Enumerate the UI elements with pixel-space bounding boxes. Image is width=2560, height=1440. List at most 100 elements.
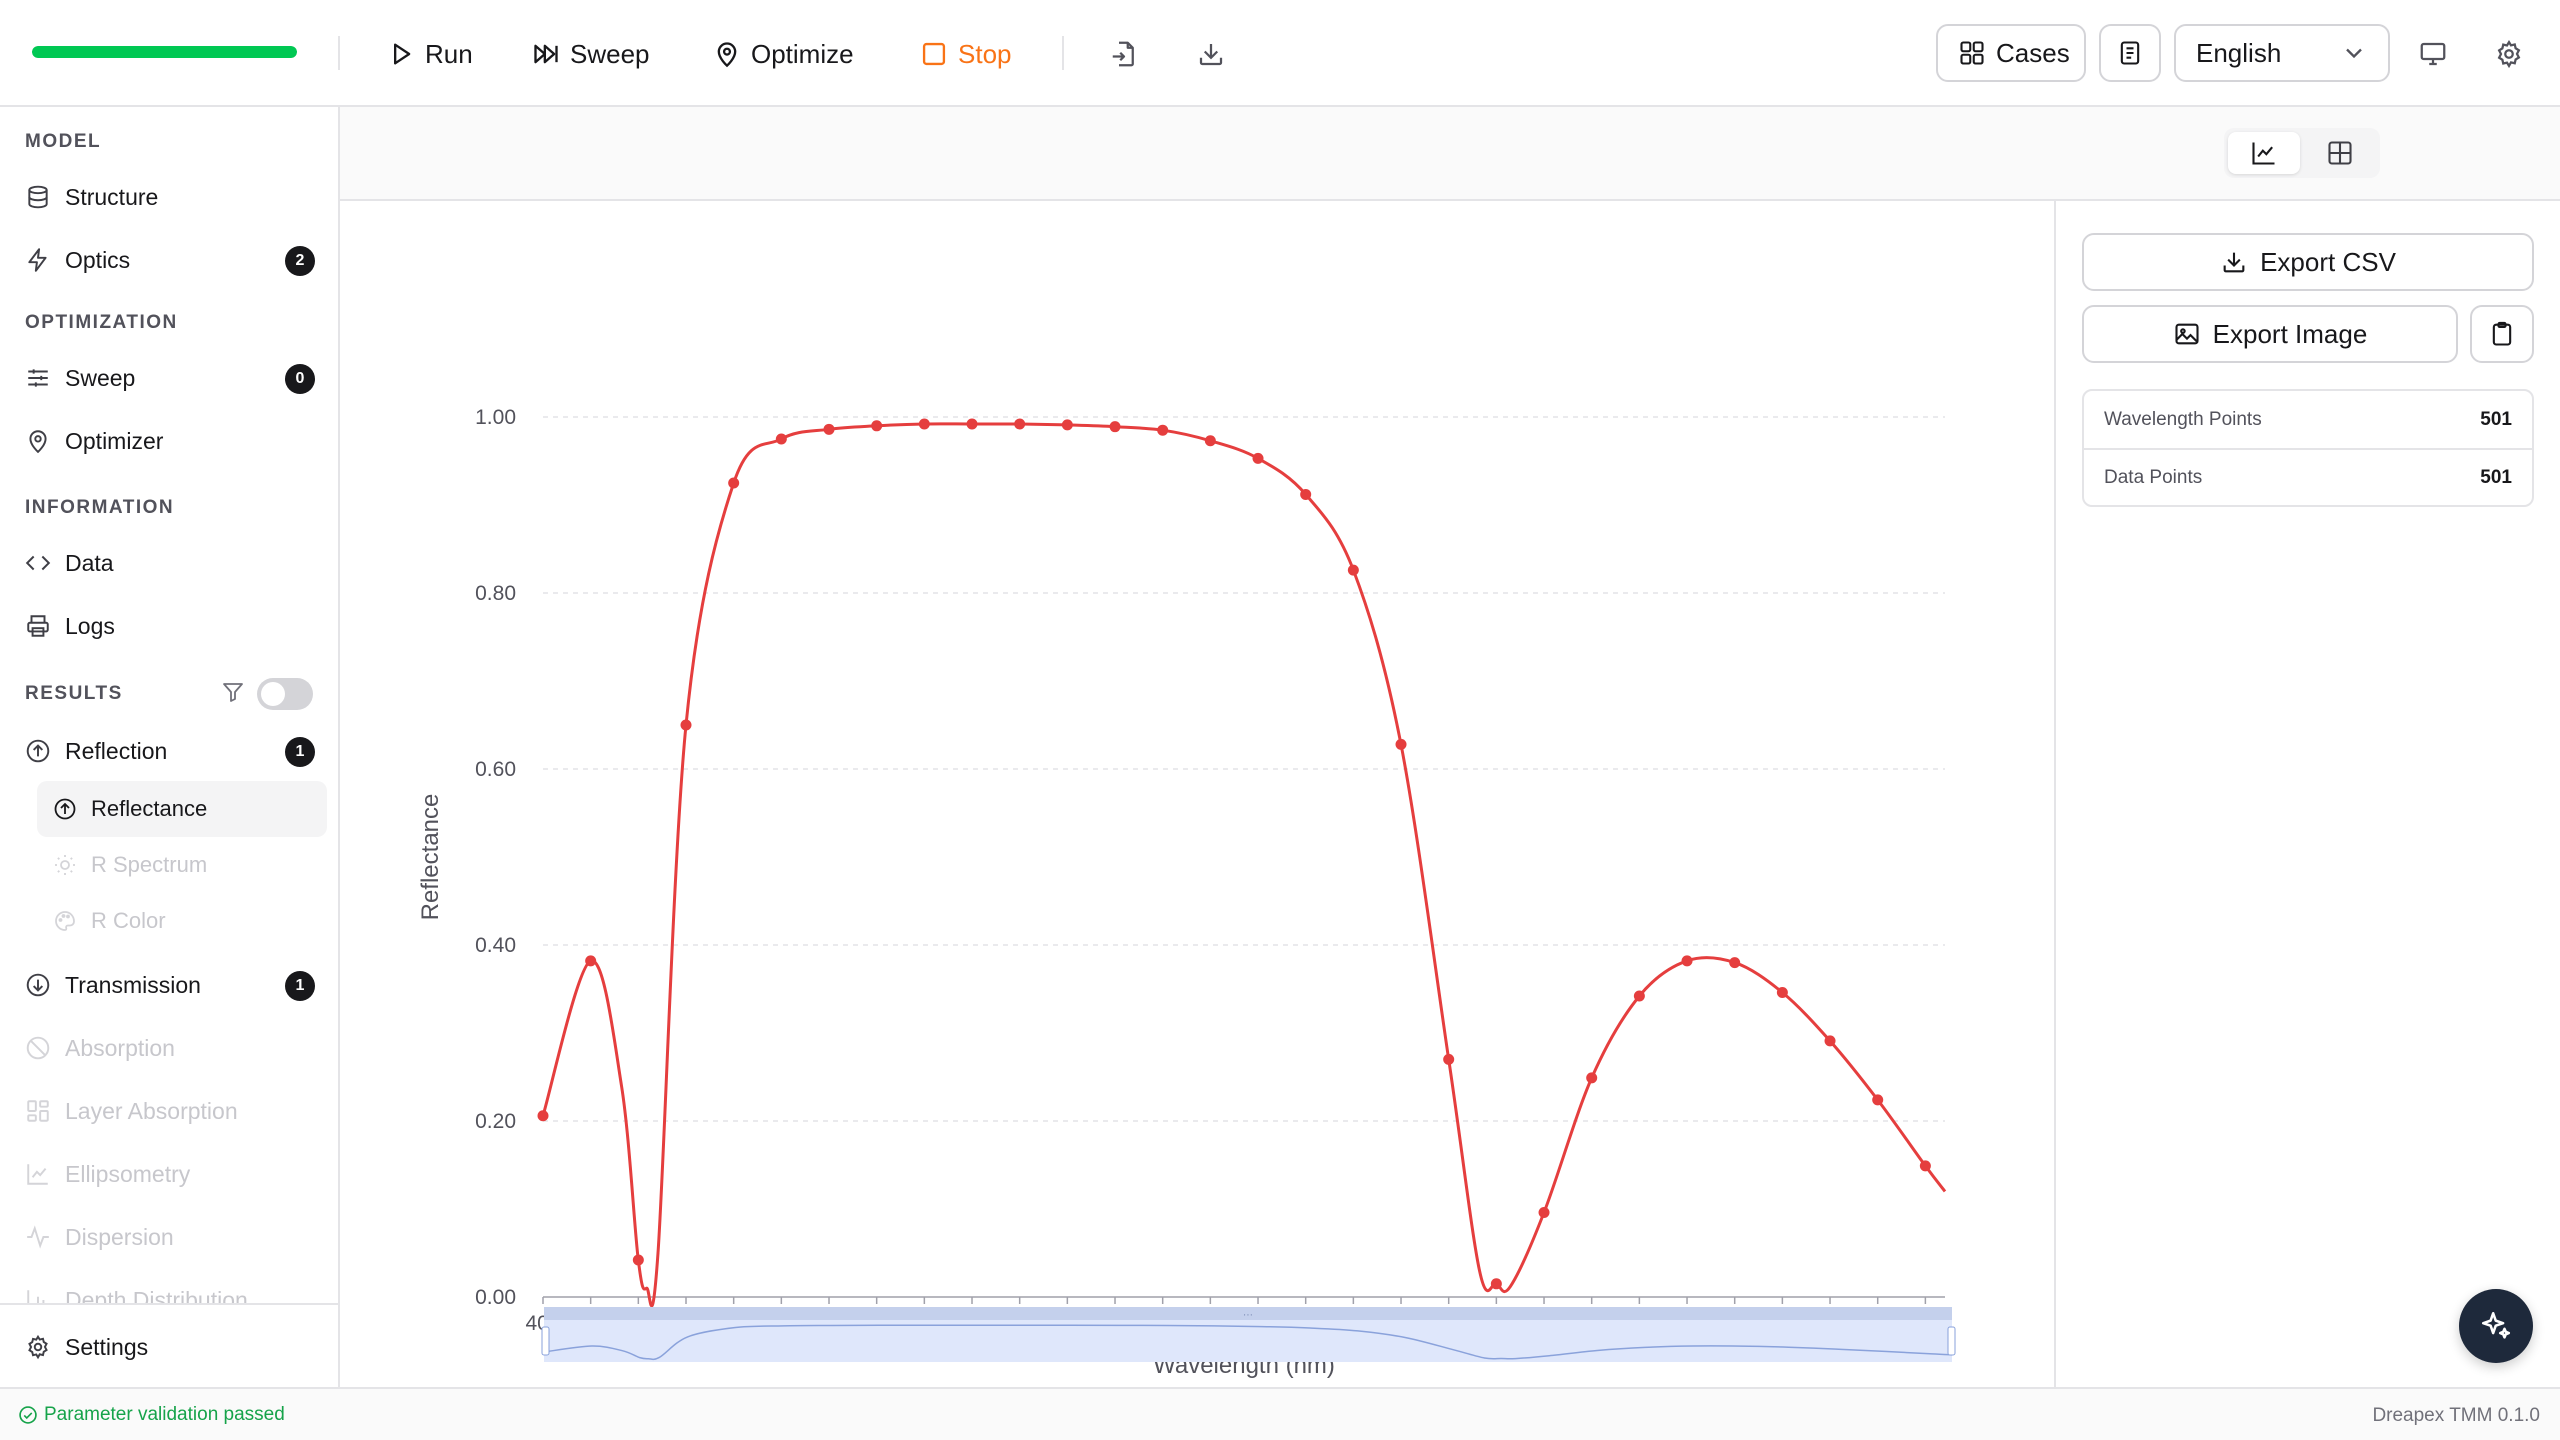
optimize-label: Optimize bbox=[751, 38, 854, 69]
data-point bbox=[537, 1110, 549, 1122]
sidebar-item-reflection[interactable]: Reflection 1 bbox=[25, 729, 315, 773]
main-content: 0.000.200.400.600.801.00 400417434451468… bbox=[340, 107, 2560, 1387]
sidebar-item-dispersion[interactable]: Dispersion bbox=[25, 1215, 315, 1259]
download-button[interactable] bbox=[1191, 34, 1231, 74]
progress-fill bbox=[32, 46, 297, 58]
y-tick-label: 1.00 bbox=[475, 406, 516, 429]
sidebar-footer: Settings bbox=[0, 1303, 338, 1387]
right-panel: Export CSV Export Image Wavelength Point… bbox=[2054, 201, 2560, 1387]
sidebar-item-label: Sweep bbox=[65, 364, 136, 391]
sidebar-item-structure[interactable]: Structure bbox=[25, 175, 315, 219]
run-label: Run bbox=[425, 38, 473, 69]
sidebar-item-absorption[interactable]: Absorption bbox=[25, 1026, 315, 1070]
data-point bbox=[728, 477, 740, 489]
sidebar-item-label: Ellipsometry bbox=[65, 1160, 191, 1187]
data-point bbox=[1014, 418, 1026, 430]
zoom-handle-left[interactable] bbox=[541, 1326, 550, 1356]
download-icon bbox=[2223, 252, 2245, 273]
toolbar-divider bbox=[338, 36, 340, 70]
chart-view-button[interactable] bbox=[2228, 132, 2300, 174]
data-point bbox=[632, 1254, 644, 1266]
sun-icon bbox=[55, 855, 75, 875]
sidebar-item-settings[interactable]: Settings bbox=[25, 1325, 315, 1369]
export-csv-label: Export CSV bbox=[2260, 246, 2396, 277]
sidebar-item-label: Logs bbox=[65, 612, 115, 639]
stat-label: Data Points bbox=[2104, 466, 2203, 488]
cases-button[interactable]: Cases bbox=[1936, 24, 2086, 82]
grid-icon bbox=[1960, 41, 1984, 65]
data-point bbox=[966, 418, 978, 430]
notes-button[interactable] bbox=[2099, 24, 2161, 82]
optimize-button[interactable]: Optimize bbox=[713, 26, 854, 82]
import-button[interactable] bbox=[1104, 34, 1144, 74]
count-badge: 0 bbox=[285, 364, 315, 394]
data-point bbox=[1586, 1072, 1598, 1084]
data-zoom-slider[interactable]: ⋯ bbox=[340, 1287, 2054, 1387]
sweep-button[interactable]: Sweep bbox=[532, 26, 650, 82]
sidebar-item-optics[interactable]: Optics 2 bbox=[25, 238, 315, 282]
reflectance-series-line bbox=[541, 422, 1947, 1308]
sidebar-item-ellipsometry[interactable]: Ellipsometry bbox=[25, 1152, 315, 1196]
sidebar-item-logs[interactable]: Logs bbox=[25, 604, 315, 648]
data-point bbox=[1157, 424, 1169, 436]
app-version: Dreapex TMM 0.1.0 bbox=[2372, 1405, 2540, 1426]
sidebar-item-sweep[interactable]: Sweep 0 bbox=[25, 356, 315, 400]
sidebar-item-r-color[interactable]: R Color bbox=[53, 899, 338, 943]
sidebar-item-label: Data bbox=[65, 549, 114, 576]
printer-icon bbox=[27, 615, 49, 637]
clipboard-icon bbox=[2492, 321, 2512, 346]
toolbar: Run Sweep Optimize Stop Cases English bbox=[0, 0, 2560, 107]
settings-button[interactable] bbox=[2489, 34, 2529, 74]
sidebar-item-label: Transmission bbox=[65, 971, 201, 998]
stop-button[interactable]: Stop bbox=[920, 26, 1012, 82]
cases-label: Cases bbox=[1996, 37, 2070, 68]
export-image-button[interactable]: Export Image bbox=[2082, 305, 2458, 363]
zoom-handle-right[interactable] bbox=[1947, 1326, 1956, 1356]
data-point bbox=[1347, 564, 1359, 576]
sidebar-item-label: Settings bbox=[65, 1333, 149, 1360]
validation-message: Parameter validation passed bbox=[44, 1404, 285, 1425]
section-title-model: MODEL bbox=[25, 131, 102, 152]
view-toggle bbox=[2224, 128, 2380, 178]
y-axis-label: Reflectance bbox=[417, 794, 444, 921]
sidebar-item-r-spectrum[interactable]: R Spectrum bbox=[53, 843, 338, 887]
y-tick-label: 0.20 bbox=[475, 1110, 516, 1133]
display-button[interactable] bbox=[2413, 34, 2453, 74]
map-pin-icon bbox=[717, 42, 737, 68]
sidebar-item-label: Reflectance bbox=[91, 796, 208, 821]
data-point bbox=[1443, 1053, 1455, 1065]
sidebar-item-data[interactable]: Data bbox=[25, 541, 315, 585]
table-view-button[interactable] bbox=[2304, 132, 2376, 174]
zoom-grip: ⋯ bbox=[1243, 1310, 1253, 1321]
y-tick-label: 0.60 bbox=[475, 758, 516, 781]
sidebar-item-label: R Color bbox=[91, 908, 166, 933]
table-icon bbox=[2328, 141, 2352, 165]
ai-assistant-button[interactable] bbox=[2459, 1289, 2533, 1363]
stat-row-data-points: Data Points 501 bbox=[2084, 448, 2532, 505]
skip-forward-icon bbox=[534, 44, 558, 64]
lightning-icon bbox=[28, 248, 47, 272]
data-point bbox=[1538, 1207, 1550, 1219]
data-point bbox=[918, 418, 930, 430]
sidebar-item-layer-absorption[interactable]: Layer Absorption bbox=[25, 1089, 315, 1133]
run-button[interactable]: Run bbox=[387, 26, 473, 82]
toggle-knob bbox=[261, 682, 285, 706]
database-icon bbox=[28, 185, 48, 209]
filter-icon[interactable] bbox=[221, 680, 245, 704]
sidebar-item-label: Optics bbox=[65, 246, 131, 273]
section-title-results: RESULTS bbox=[25, 683, 123, 704]
section-title-optimization: OPTIMIZATION bbox=[25, 312, 178, 333]
data-point bbox=[585, 955, 597, 967]
sidebar: MODEL Structure Optics 2 OPTIMIZATION Sw… bbox=[0, 107, 340, 1387]
export-csv-button[interactable]: Export CSV bbox=[2082, 233, 2534, 291]
language-select[interactable]: English bbox=[2174, 24, 2390, 82]
data-point bbox=[775, 433, 787, 445]
data-point bbox=[1252, 452, 1264, 464]
data-point bbox=[1872, 1094, 1884, 1106]
results-filter-toggle[interactable] bbox=[257, 678, 313, 710]
sidebar-item-optimizer[interactable]: Optimizer bbox=[25, 419, 315, 463]
sidebar-item-transmission[interactable]: Transmission 1 bbox=[25, 963, 315, 1007]
copy-button[interactable] bbox=[2470, 305, 2534, 363]
sidebar-item-reflectance[interactable]: Reflectance bbox=[53, 787, 338, 831]
reflectance-chart[interactable]: 0.000.200.400.600.801.00 400417434451468… bbox=[340, 201, 2054, 1387]
